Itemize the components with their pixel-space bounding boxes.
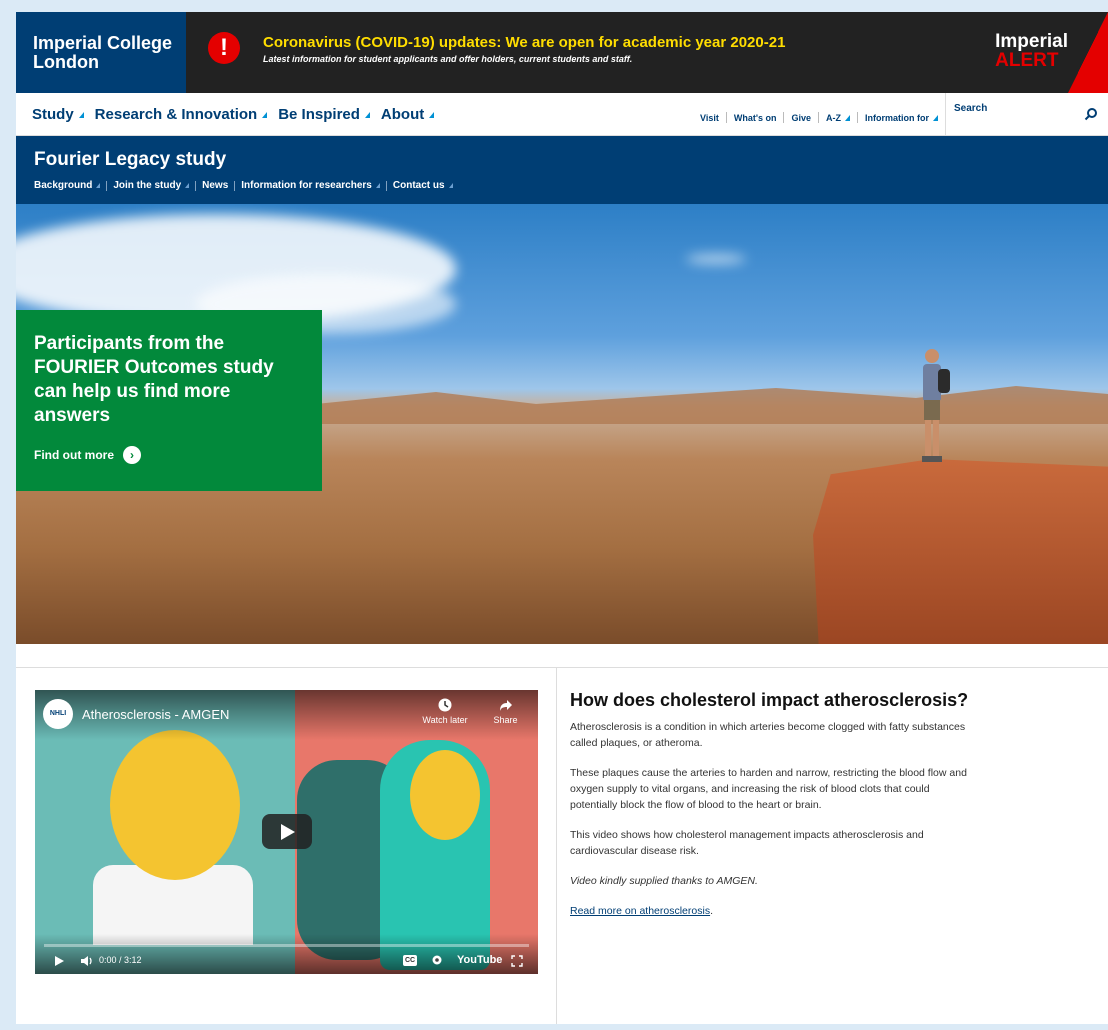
site-header: Fourier Legacy study Background Join the… bbox=[16, 136, 1108, 204]
utility-a-z[interactable]: A-Z bbox=[826, 113, 850, 123]
article-paragraph: Atherosclerosis is a condition in which … bbox=[570, 721, 966, 749]
subnav-background[interactable]: Background bbox=[34, 180, 101, 191]
hero-cloud bbox=[686, 254, 746, 264]
dropdown-triangle-icon bbox=[933, 114, 938, 121]
page-frame: Imperial College London ! Coronavirus (C… bbox=[16, 12, 1108, 1024]
utility-nav: Visit What's on Give A-Z Information for bbox=[700, 112, 938, 123]
watch-later-label: Watch later bbox=[422, 715, 468, 725]
alert-subtitle: Latest information for student applicant… bbox=[263, 54, 633, 64]
utility-label: Information for bbox=[865, 112, 929, 123]
volume-icon[interactable] bbox=[80, 955, 94, 967]
subnav-label: Contact us bbox=[392, 180, 445, 191]
alert-badge-line2: ALERT bbox=[995, 50, 1059, 71]
column-divider bbox=[556, 668, 557, 1024]
imperial-alert-badge: Imperial ALERT bbox=[995, 32, 1068, 70]
article-credit: Video kindly supplied thanks to AMGEN. bbox=[570, 875, 758, 887]
dropdown-triangle-icon bbox=[96, 183, 101, 188]
nav-item-study[interactable]: Study bbox=[32, 106, 84, 123]
imperial-logo[interactable]: Imperial College London bbox=[16, 12, 186, 93]
article-paragraph: This video shows how cholesterol managem… bbox=[570, 829, 924, 857]
video-character-face bbox=[110, 730, 240, 880]
alert-corner-decoration bbox=[1068, 12, 1108, 93]
dropdown-triangle-icon bbox=[448, 183, 453, 188]
site-title[interactable]: Fourier Legacy study bbox=[34, 149, 226, 171]
dropdown-triangle-icon bbox=[845, 114, 850, 121]
fullscreen-icon[interactable] bbox=[511, 955, 523, 967]
subnav-label: Information for researchers bbox=[241, 180, 372, 191]
captions-icon[interactable]: CC bbox=[403, 955, 417, 966]
hero-link-label: Find out more bbox=[34, 448, 114, 462]
video-title[interactable]: Atherosclerosis - AMGEN bbox=[82, 707, 229, 722]
subnav-news[interactable]: News bbox=[202, 180, 228, 191]
hero-hiker bbox=[922, 349, 950, 462]
exclamation-icon: ! bbox=[208, 32, 240, 64]
nav-item-research[interactable]: Research & Innovation bbox=[95, 106, 268, 123]
read-more-link[interactable]: Read more on atherosclerosis bbox=[570, 905, 710, 917]
main-nav: Study Research & Innovation Be Inspired … bbox=[16, 93, 1108, 136]
subnav-contact-us[interactable]: Contact us bbox=[393, 180, 453, 191]
utility-whats-on[interactable]: What's on bbox=[734, 113, 777, 123]
dropdown-triangle-icon bbox=[375, 183, 380, 188]
nav-item-about[interactable]: About bbox=[380, 106, 435, 123]
utility-label: A-Z bbox=[826, 112, 841, 123]
video-controls: 0:00 / 3:12 CC YouTube bbox=[35, 952, 538, 972]
video-time: 0:00 / 3:12 bbox=[99, 955, 142, 965]
video-suit-face bbox=[410, 750, 480, 840]
share-button[interactable]: Share bbox=[488, 698, 523, 725]
subnav-information-for-researchers[interactable]: Information for researchers bbox=[241, 180, 380, 191]
share-label: Share bbox=[493, 715, 518, 725]
content-section: NHLI Atherosclerosis - AMGEN Watch later… bbox=[16, 667, 1108, 1024]
brand-line1: Imperial College bbox=[33, 33, 173, 53]
gear-icon[interactable] bbox=[431, 954, 443, 966]
nav-label: Study bbox=[32, 106, 74, 123]
search-input[interactable] bbox=[954, 103, 1074, 114]
subnav-label: Background bbox=[34, 180, 93, 191]
hero-banner: Participants from the FOURIER Outcomes s… bbox=[16, 204, 1108, 644]
article-title: How does cholesterol impact atherosclero… bbox=[570, 690, 969, 710]
nav-label: About bbox=[380, 106, 425, 123]
search-box bbox=[945, 93, 1108, 136]
share-arrow-icon bbox=[499, 700, 512, 711]
progress-bar[interactable] bbox=[44, 944, 529, 947]
nav-item-be-inspired[interactable]: Be Inspired bbox=[278, 106, 370, 123]
channel-logo[interactable]: NHLI bbox=[43, 699, 73, 729]
alert-message[interactable]: Coronavirus (COVID-19) updates: We are o… bbox=[263, 34, 785, 64]
subnav-label: Join the study bbox=[113, 180, 182, 191]
hero-title: Participants from the FOURIER Outcomes s… bbox=[34, 333, 274, 426]
site-subnav: Background Join the study News Informati… bbox=[34, 180, 453, 191]
find-out-more-link[interactable]: Find out more › bbox=[34, 446, 304, 464]
alert-title: Coronavirus (COVID-19) updates: We are o… bbox=[263, 34, 786, 51]
link-suffix: . bbox=[710, 905, 713, 917]
dropdown-triangle-icon bbox=[364, 111, 370, 118]
alert-badge-line1: Imperial bbox=[995, 31, 1068, 52]
youtube-logo[interactable]: YouTube bbox=[457, 954, 502, 966]
video-player[interactable]: NHLI Atherosclerosis - AMGEN Watch later… bbox=[35, 690, 538, 974]
chevron-right-icon: › bbox=[123, 446, 141, 464]
hero-card: Participants from the FOURIER Outcomes s… bbox=[16, 310, 322, 491]
watch-later-button[interactable]: Watch later bbox=[417, 698, 473, 725]
search-icon[interactable] bbox=[1084, 107, 1098, 121]
utility-visit[interactable]: Visit bbox=[700, 113, 719, 123]
subnav-join-the-study[interactable]: Join the study bbox=[113, 180, 190, 191]
brand-line2: London bbox=[33, 52, 99, 72]
dropdown-triangle-icon bbox=[262, 111, 268, 118]
play-icon[interactable] bbox=[55, 956, 64, 966]
alert-bar: Imperial College London ! Coronavirus (C… bbox=[16, 12, 1108, 93]
article-paragraph: These plaques cause the arteries to hard… bbox=[570, 767, 967, 811]
dropdown-triangle-icon bbox=[429, 111, 435, 118]
article-link-paragraph: Read more on atherosclerosis. bbox=[570, 903, 970, 919]
nav-label: Be Inspired bbox=[278, 106, 360, 123]
play-button[interactable] bbox=[262, 814, 312, 849]
subnav-label: News bbox=[202, 180, 229, 191]
hero-cliff bbox=[813, 459, 1108, 644]
clock-icon bbox=[438, 698, 452, 712]
nav-label: Research & Innovation bbox=[94, 106, 258, 123]
article: How does cholesterol impact atherosclero… bbox=[570, 690, 970, 919]
dropdown-triangle-icon bbox=[78, 111, 84, 118]
dropdown-triangle-icon bbox=[185, 183, 190, 188]
utility-give[interactable]: Give bbox=[791, 113, 811, 123]
utility-information-for[interactable]: Information for bbox=[865, 113, 938, 123]
